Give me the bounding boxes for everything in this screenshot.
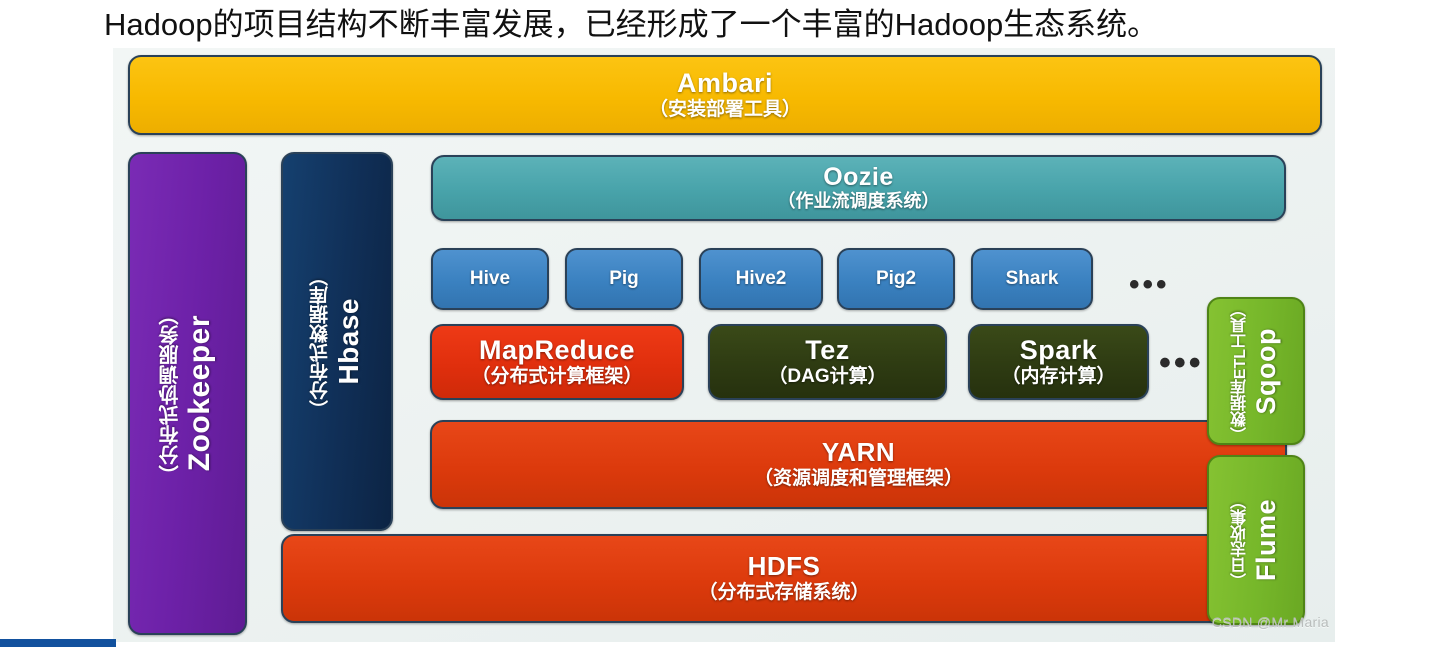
node-shark[interactable]: Shark bbox=[971, 248, 1093, 310]
node-hdfs-sub: （分布式存储系统） bbox=[698, 581, 870, 603]
node-zookeeper-stack: Zookeeper （分布式协调服务） bbox=[130, 154, 245, 633]
node-ambari-name: Ambari bbox=[676, 68, 774, 99]
node-tez[interactable]: Tez （DAG计算） bbox=[708, 324, 947, 400]
node-spark-name: Spark bbox=[1019, 335, 1098, 366]
node-zookeeper[interactable]: Zookeeper （分布式协调服务） bbox=[128, 152, 247, 635]
node-hive2-label: Hive2 bbox=[735, 268, 787, 289]
node-sqoop-sub: （数据库ETL工具） bbox=[1232, 300, 1250, 444]
node-zookeeper-name: Zookeeper bbox=[182, 315, 216, 472]
node-spark[interactable]: Spark （内存计算） bbox=[968, 324, 1149, 400]
node-spark-sub: （内存计算） bbox=[1001, 365, 1116, 387]
node-hbase[interactable]: Hbase （分布式数据库） bbox=[281, 152, 393, 531]
node-yarn-sub: （资源调度和管理框架） bbox=[753, 467, 963, 489]
node-sqoop-stack: Sqoop （数据库ETL工具） bbox=[1209, 299, 1303, 443]
node-hive2[interactable]: Hive2 bbox=[699, 248, 823, 310]
page-title: Hadoop的项目结构不断丰富发展，已经形成了一个丰富的Hadoop生态系统。 bbox=[104, 7, 1159, 42]
node-flume-name: Flume bbox=[1250, 498, 1281, 581]
node-zookeeper-sub: （分布式协调服务） bbox=[159, 304, 182, 485]
node-hbase-stack: Hbase （分布式数据库） bbox=[283, 154, 391, 529]
node-pig-label: Pig bbox=[609, 268, 639, 289]
node-oozie-sub: （作业流调度系统） bbox=[777, 191, 940, 212]
node-mapreduce[interactable]: MapReduce （分布式计算框架） bbox=[430, 324, 684, 400]
node-hdfs-name: HDFS bbox=[747, 551, 821, 582]
node-hive[interactable]: Hive bbox=[431, 248, 549, 310]
watermark: CSDN @Mr Maria bbox=[1211, 614, 1329, 630]
node-pig2-label: Pig2 bbox=[875, 268, 917, 289]
node-ambari-sub: （安装部署工具） bbox=[648, 98, 801, 120]
node-flume-sub: （日志收集） bbox=[1232, 493, 1250, 589]
node-pig[interactable]: Pig bbox=[565, 248, 683, 310]
node-mapreduce-sub: （分布式计算框架） bbox=[471, 365, 643, 387]
node-tez-name: Tez bbox=[805, 335, 850, 366]
node-tez-sub: （DAG计算） bbox=[768, 365, 887, 387]
node-flume-stack: Flume （日志收集） bbox=[1209, 457, 1303, 623]
node-shark-label: Shark bbox=[1005, 268, 1059, 289]
node-sqoop-name: Sqoop bbox=[1250, 327, 1281, 415]
node-hdfs[interactable]: HDFS （分布式存储系统） bbox=[281, 534, 1287, 623]
node-ambari[interactable]: Ambari （安装部署工具） bbox=[128, 55, 1322, 135]
node-hbase-name: Hbase bbox=[332, 298, 364, 385]
ellipsis-icon-engines-row: ••• bbox=[1159, 344, 1204, 382]
node-hbase-sub: （分布式数据库） bbox=[309, 266, 331, 419]
node-oozie[interactable]: Oozie （作业流调度系统） bbox=[431, 155, 1286, 221]
node-mapreduce-name: MapReduce bbox=[478, 335, 636, 366]
hadoop-ecosystem-diagram: Ambari （安装部署工具） Zookeeper （分布式协调服务） Hbas… bbox=[113, 48, 1335, 642]
node-yarn-name: YARN bbox=[821, 437, 896, 468]
node-hive-label: Hive bbox=[469, 268, 511, 289]
bottom-accent-bar bbox=[0, 639, 116, 647]
node-yarn[interactable]: YARN （资源调度和管理框架） bbox=[430, 420, 1287, 509]
node-pig2[interactable]: Pig2 bbox=[837, 248, 955, 310]
node-sqoop[interactable]: Sqoop （数据库ETL工具） bbox=[1207, 297, 1305, 445]
node-oozie-name: Oozie bbox=[823, 162, 894, 191]
ellipsis-icon-chips-row: ••• bbox=[1129, 268, 1170, 301]
node-flume[interactable]: Flume （日志收集） bbox=[1207, 455, 1305, 625]
